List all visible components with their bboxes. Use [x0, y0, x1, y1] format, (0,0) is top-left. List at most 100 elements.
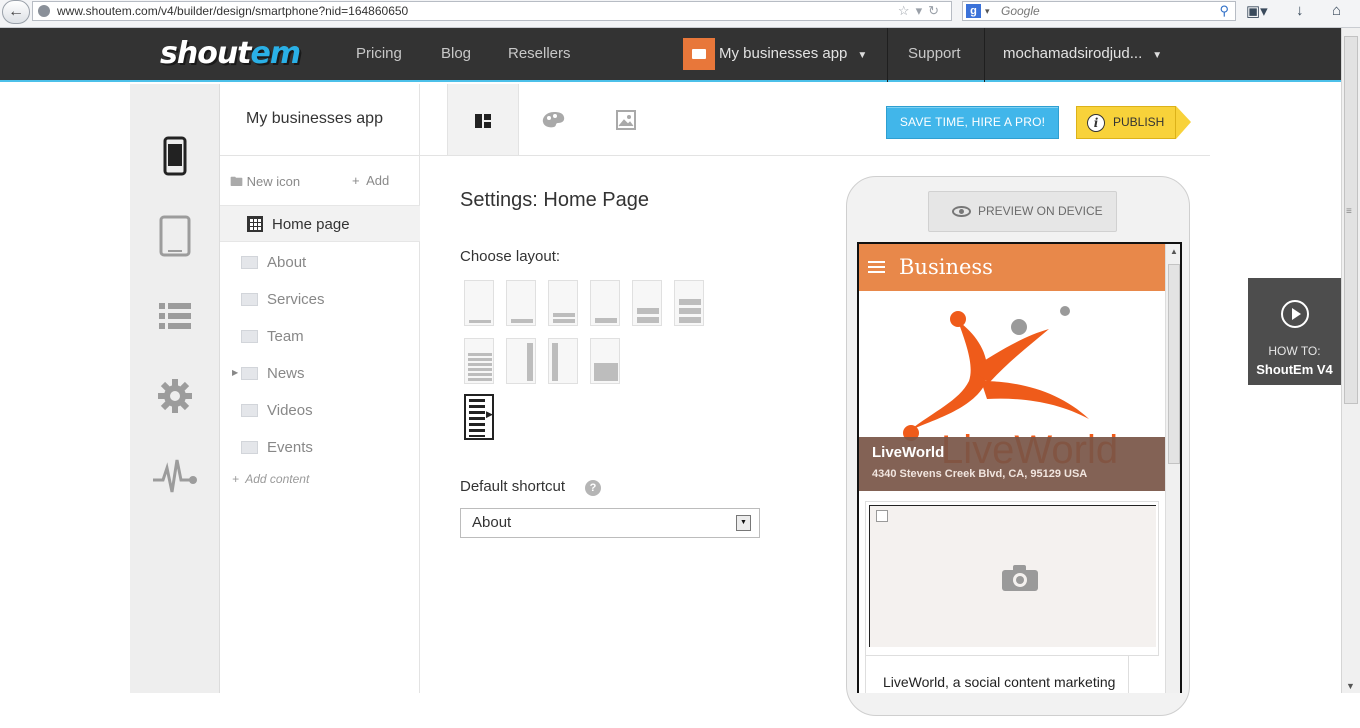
briefcase-icon	[683, 38, 715, 70]
url-text: www.shoutem.com/v4/builder/design/smartp…	[57, 4, 409, 18]
layout-option-10[interactable]	[590, 338, 620, 384]
sidebar-item-videos[interactable]: Videos	[220, 392, 420, 429]
layout-option-4[interactable]	[590, 280, 620, 326]
user-menu[interactable]: mochamadsirodjud... ▼	[1003, 45, 1162, 62]
preview-on-device-button[interactable]: PREVIEW ON DEVICE	[928, 191, 1117, 232]
nav-resellers[interactable]: Resellers	[508, 45, 571, 62]
bookmarks-icon[interactable]: ▣▾	[1246, 2, 1268, 20]
sidebar-item-label: News	[267, 365, 305, 382]
phone-screen: Business LiveWorld LiveWorld 4340 Steven…	[857, 242, 1182, 693]
nav-support[interactable]: Support	[908, 45, 961, 62]
layout-option-1[interactable]	[464, 280, 494, 326]
new-icon-label: New icon	[246, 174, 301, 189]
sidebar-item-label: Events	[267, 439, 313, 456]
layout-option-8[interactable]	[506, 338, 536, 384]
shoutem-logo[interactable]: shoutem	[160, 36, 301, 71]
sidebar-item-news[interactable]: ▶ News	[220, 355, 420, 392]
plus-icon: +	[352, 173, 360, 188]
analytics-icon[interactable]	[130, 436, 219, 516]
app-switcher[interactable]: My businesses app ▼	[719, 45, 867, 62]
search-icon[interactable]: ⚲	[1219, 2, 1229, 20]
design-tabbar: SAVE TIME, HIRE A PRO! i PUBLISH	[420, 84, 1210, 156]
about-icon	[241, 256, 258, 269]
tab-layout[interactable]	[447, 84, 519, 155]
sidebar-item-events[interactable]: Events	[220, 429, 420, 466]
list-icon[interactable]	[130, 276, 219, 356]
app-switcher-label: My businesses app	[719, 45, 848, 62]
events-icon	[241, 441, 258, 454]
home-icon[interactable]: ⌂	[1332, 2, 1341, 19]
layout-option-6[interactable]	[674, 280, 704, 326]
layout-option-9[interactable]	[548, 338, 578, 384]
layout-icon	[475, 113, 491, 128]
add-content-link[interactable]: + Add content	[232, 472, 309, 486]
tab-background[interactable]	[590, 84, 662, 155]
default-shortcut-select[interactable]: About ▼	[460, 508, 760, 538]
search-placeholder: Google	[1001, 4, 1040, 18]
expand-arrow-icon[interactable]: ▶	[232, 368, 238, 377]
eye-icon	[952, 206, 971, 217]
plus-icon: +	[232, 472, 240, 486]
sidebar-item-team[interactable]: Team	[220, 318, 420, 355]
scroll-grip-icon: ≡	[1346, 206, 1352, 217]
add-button[interactable]: + Add	[352, 173, 389, 188]
search-input[interactable]: g ▾ Google ⚲	[962, 1, 1236, 21]
choose-layout-label: Choose layout:	[460, 248, 561, 265]
how-to-label: HOW TO:	[1268, 344, 1321, 358]
nav-divider	[887, 28, 888, 82]
new-icon-button[interactable]: 🖿 New icon	[230, 173, 300, 195]
services-icon	[241, 293, 258, 306]
chevron-down-icon[interactable]: ▼	[736, 515, 751, 531]
app-name: My businesses app	[246, 110, 383, 127]
scrollbar-thumb[interactable]	[1168, 264, 1180, 464]
preview-scrollbar[interactable]: ▲	[1165, 244, 1180, 693]
nav-blog[interactable]: Blog	[441, 45, 471, 62]
logo-text-shout: shout	[160, 36, 252, 71]
scroll-up-icon[interactable]: ▲	[1170, 247, 1178, 256]
hamburger-menu-icon[interactable]	[868, 261, 885, 274]
scroll-down-icon[interactable]: ▼	[1346, 681, 1355, 691]
image-card[interactable]	[865, 501, 1159, 656]
address-bar[interactable]: www.shoutem.com/v4/builder/design/smartp…	[32, 1, 952, 21]
business-description: LiveWorld, a social content marketing	[883, 674, 1116, 690]
nav-divider	[984, 28, 985, 82]
how-to-widget[interactable]: HOW TO: ShoutEm V4	[1248, 278, 1341, 385]
business-info-bar: LiveWorld 4340 Stevens Creek Blvd, CA, 9…	[859, 437, 1165, 491]
layout-option-7[interactable]	[464, 338, 494, 384]
hire-pro-button[interactable]: SAVE TIME, HIRE A PRO!	[886, 106, 1059, 139]
camera-icon	[1002, 565, 1038, 591]
nav-pricing[interactable]: Pricing	[356, 45, 402, 62]
back-arrow-icon[interactable]: ←	[2, 0, 30, 24]
publish-button[interactable]: i PUBLISH	[1076, 106, 1191, 139]
play-icon	[1281, 300, 1309, 328]
smartphone-icon[interactable]	[130, 116, 219, 196]
divider	[220, 155, 420, 156]
business-address: 4340 Stevens Creek Blvd, CA, 95129 USA	[872, 468, 1088, 480]
bookmark-star-icon[interactable]: ☆▾↻	[898, 2, 945, 20]
app-header: Business	[859, 244, 1165, 291]
how-to-title: ShoutEm V4	[1256, 362, 1333, 377]
description-card[interactable]: LiveWorld, a social content marketing	[865, 655, 1129, 693]
tab-theme[interactable]	[518, 84, 590, 155]
device-rail	[130, 84, 220, 693]
layout-option-3[interactable]	[548, 280, 578, 326]
select-value: About	[472, 514, 512, 531]
page-scrollbar[interactable]: ≡ ▼	[1341, 28, 1360, 693]
chevron-down-icon[interactable]: ▾	[985, 2, 990, 20]
sidebar-item-services[interactable]: Services	[220, 281, 420, 318]
palette-icon	[542, 111, 565, 127]
grid-icon	[247, 216, 263, 232]
image-placeholder	[869, 505, 1156, 647]
google-icon: g	[966, 4, 981, 18]
sidebar-item-about[interactable]: About	[220, 244, 420, 281]
help-icon[interactable]: ?	[585, 480, 601, 496]
download-icon[interactable]: ↓	[1296, 2, 1304, 19]
gear-icon[interactable]	[130, 356, 219, 436]
sidebar-item-home-page[interactable]: Home page	[220, 205, 420, 242]
layout-option-11[interactable]: ▶	[464, 394, 494, 440]
layout-option-2[interactable]	[506, 280, 536, 326]
scrollbar-thumb[interactable]	[1344, 36, 1358, 404]
globe-icon	[38, 5, 50, 17]
layout-option-5[interactable]	[632, 280, 662, 326]
tablet-icon[interactable]	[130, 196, 219, 276]
